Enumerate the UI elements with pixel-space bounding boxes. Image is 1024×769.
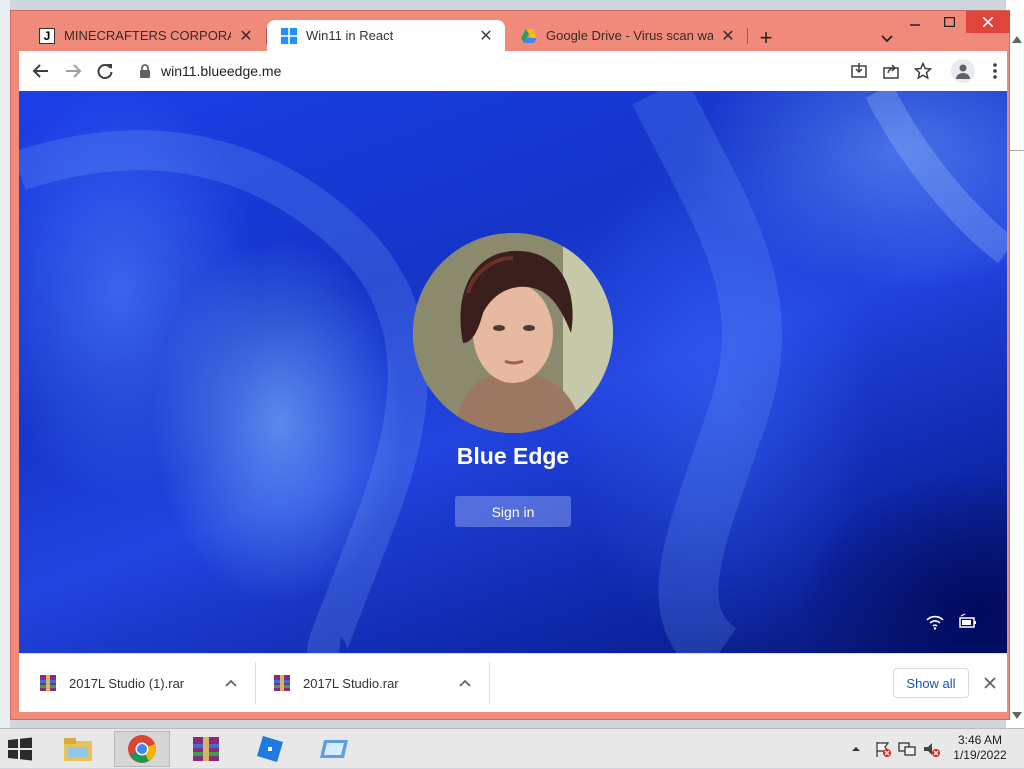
- taskbar-chrome[interactable]: [114, 731, 170, 767]
- roblox-icon: [257, 736, 283, 762]
- avatar-portrait: [413, 233, 613, 433]
- download-separator: [489, 662, 490, 704]
- arrow-right-icon: [66, 64, 82, 78]
- forward-button[interactable]: [61, 59, 85, 83]
- person-icon: [956, 64, 970, 79]
- bookmark-button[interactable]: [911, 59, 935, 83]
- back-button[interactable]: [29, 59, 53, 83]
- winrar-file-icon: [40, 675, 56, 691]
- chevron-up-icon[interactable]: [457, 675, 473, 691]
- user-name: Blue Edge: [456, 443, 570, 469]
- url-text: win11.blueedge.me: [161, 63, 282, 79]
- show-all-downloads-button[interactable]: Show all: [893, 668, 969, 698]
- menu-button[interactable]: [983, 59, 1007, 83]
- scroll-up-arrow-icon[interactable]: [1012, 36, 1022, 43]
- tab-win11-react[interactable]: Win11 in React ✕: [267, 20, 505, 51]
- clock-time: 3:46 AM: [957, 733, 1003, 747]
- tab-close-icon[interactable]: ✕: [237, 27, 255, 45]
- desktop-background: [0, 0, 10, 728]
- winrar-file-icon: [274, 675, 290, 691]
- tab-separator: [747, 28, 748, 44]
- more-vert-icon: [993, 63, 997, 79]
- browser-toolbar: win11.blueedge.me: [19, 51, 1007, 91]
- tab-search-button[interactable]: [877, 29, 897, 49]
- taskbar-virtual-window[interactable]: [306, 731, 362, 767]
- downloads-shelf: 2017L Studio (1).rar 2017L Studio.rar Sh…: [19, 653, 1007, 712]
- system-clock[interactable]: 3:46 AM 1/19/2022: [944, 733, 1016, 763]
- tab-title: Win11 in React: [306, 28, 394, 43]
- j-icon: J: [39, 27, 55, 44]
- winrar-icon: [193, 737, 219, 761]
- tab-strip: J MINECRAFTERS CORPORATION ✕ Win11 in Re…: [11, 11, 1009, 51]
- taskbar: 3:46 AM 1/19/2022: [0, 728, 1024, 768]
- virtual-window-icon: [320, 740, 348, 758]
- star-icon: [914, 62, 932, 80]
- chevron-up-icon[interactable]: [223, 675, 239, 691]
- windows-logo-icon: [281, 27, 297, 44]
- clock-date: 1/19/2022: [953, 748, 1007, 762]
- file-explorer-icon: [64, 738, 92, 761]
- install-icon: [851, 63, 867, 78]
- web-content-login-screen: Blue Edge Sign in: [19, 91, 1007, 653]
- volume-muted-icon[interactable]: [922, 740, 940, 758]
- download-item[interactable]: 2017L Studio.rar: [273, 654, 473, 712]
- scroll-down-arrow-icon[interactable]: [1012, 712, 1022, 719]
- arrow-left-icon: [32, 64, 48, 78]
- battery-icon[interactable]: [957, 613, 977, 631]
- chevron-down-icon: [881, 35, 893, 43]
- network-icon[interactable]: [898, 740, 916, 758]
- browser-window: J MINECRAFTERS CORPORATION ✕ Win11 in Re…: [10, 10, 1010, 720]
- download-filename: 2017L Studio.rar: [303, 675, 399, 691]
- tab-close-icon[interactable]: ✕: [719, 27, 737, 45]
- system-tray: [850, 729, 940, 769]
- tab-minecrafters[interactable]: J MINECRAFTERS CORPORATION ✕: [25, 20, 265, 51]
- user-avatar: [413, 233, 613, 433]
- tab-title: MINECRAFTERS CORPORATION: [64, 28, 231, 43]
- start-button[interactable]: [6, 736, 34, 762]
- sign-in-button[interactable]: Sign in: [455, 496, 571, 527]
- windows-start-icon: [8, 737, 32, 761]
- tab-close-icon[interactable]: ✕: [477, 27, 495, 45]
- tab-title: Google Drive - Virus scan warning: [546, 28, 713, 43]
- wifi-icon[interactable]: [925, 613, 945, 631]
- install-app-button[interactable]: [847, 59, 871, 83]
- show-hidden-icons-icon[interactable]: [850, 743, 862, 755]
- tab-google-drive[interactable]: Google Drive - Virus scan warning ✕: [507, 20, 747, 51]
- download-filename: 2017L Studio (1).rar: [69, 675, 185, 691]
- chrome-icon: [128, 735, 156, 763]
- action-center-flag-icon[interactable]: [874, 740, 892, 758]
- download-separator: [255, 662, 256, 704]
- reload-button[interactable]: [93, 59, 117, 83]
- taskbar-winrar[interactable]: [178, 731, 234, 767]
- google-drive-icon: [521, 28, 537, 44]
- download-item[interactable]: 2017L Studio (1).rar: [39, 654, 239, 712]
- new-tab-button[interactable]: +: [754, 27, 778, 51]
- lock-icon: [140, 64, 150, 78]
- share-icon: [883, 64, 899, 79]
- taskbar-roblox[interactable]: [242, 731, 298, 767]
- taskbar-file-explorer[interactable]: [50, 731, 106, 767]
- reload-icon: [97, 64, 113, 79]
- address-bar[interactable]: win11.blueedge.me: [131, 56, 851, 86]
- profile-button[interactable]: [951, 59, 975, 83]
- share-button[interactable]: [879, 59, 903, 83]
- close-downloads-icon[interactable]: [981, 674, 999, 692]
